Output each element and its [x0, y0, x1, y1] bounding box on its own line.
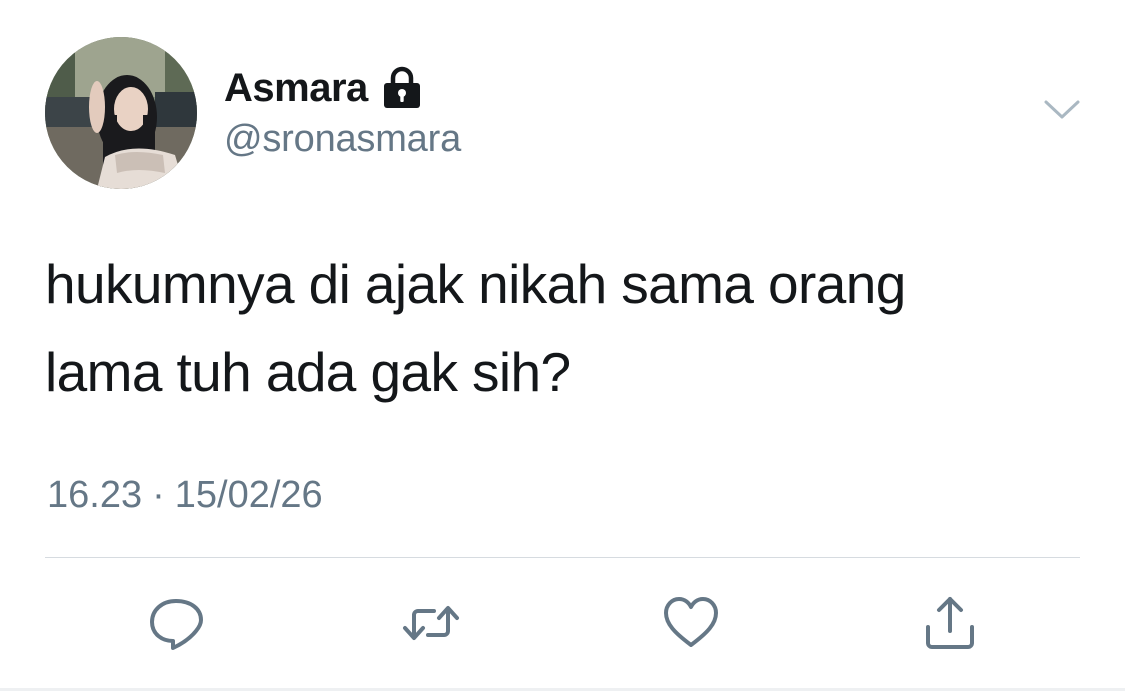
timestamp-separator: ·	[152, 474, 165, 516]
chevron-down-icon[interactable]	[1043, 96, 1081, 124]
display-name-row[interactable]: Asmara	[224, 64, 422, 112]
tweet-date: 15/02/26	[174, 474, 323, 516]
avatar[interactable]	[45, 37, 197, 189]
reply-icon	[150, 599, 203, 650]
tweet-time: 16.23	[47, 474, 143, 516]
tweet-text: hukumnya di ajak nikah sama orang lama tu…	[45, 240, 1045, 416]
display-name[interactable]: Asmara	[224, 66, 368, 111]
reply-button[interactable]	[146, 593, 206, 653]
tweet-timestamp[interactable]: 16.23 · 15/02/26	[47, 474, 323, 517]
tweet-text-line-2: lama tuh ada gak sih?	[45, 341, 571, 403]
share-button[interactable]	[920, 593, 980, 653]
share-icon	[926, 597, 974, 649]
retweet-button[interactable]	[401, 593, 461, 653]
heart-icon	[664, 597, 718, 647]
like-button[interactable]	[661, 593, 721, 653]
tweet-text-line-1: hukumnya di ajak nikah sama orang	[45, 253, 906, 315]
tweet-card: Asmara @sronasmara hukumnya di ajak nika…	[0, 0, 1125, 691]
user-handle[interactable]: @sronasmara	[224, 118, 461, 161]
divider	[45, 557, 1080, 558]
lock-icon	[382, 66, 422, 110]
retweet-icon	[403, 606, 459, 640]
